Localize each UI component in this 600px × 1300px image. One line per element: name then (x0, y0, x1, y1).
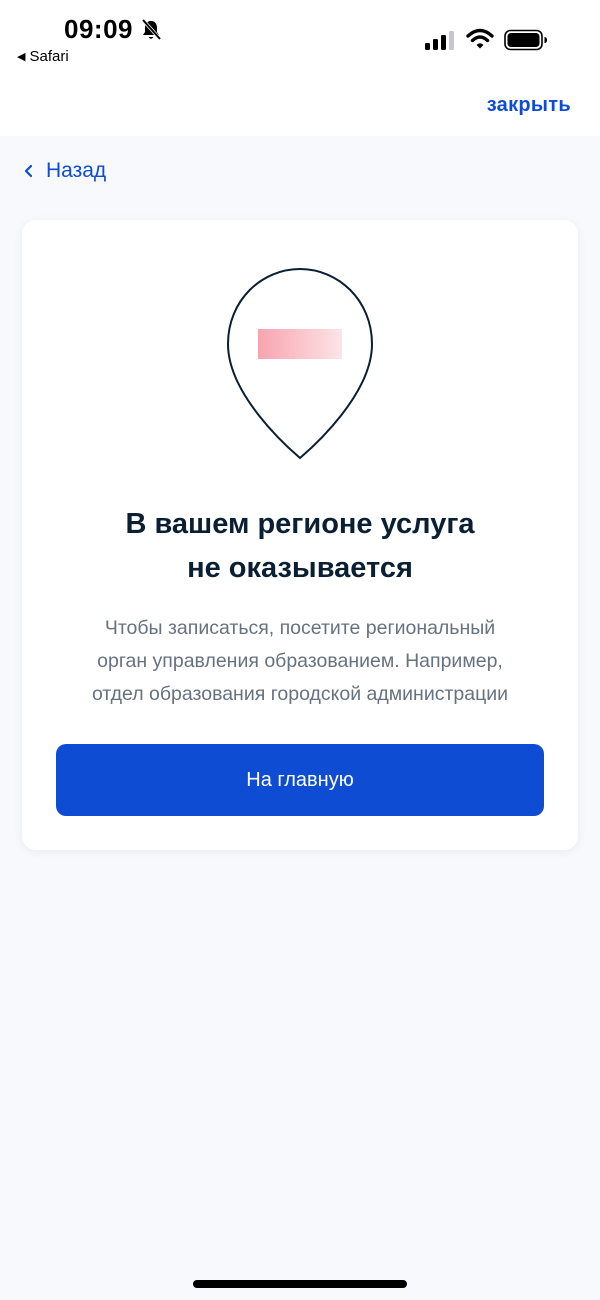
top-bar: закрыть (0, 80, 600, 136)
bell-muted-icon (141, 18, 162, 41)
map-pin-icon (226, 267, 374, 460)
chevron-left-icon (24, 164, 33, 178)
home-button[interactable]: На главную (56, 744, 544, 816)
info-card: В вашем регионе услуга не оказывается Чт… (22, 220, 578, 850)
card-description: Чтобы записаться, посетите региональный … (42, 612, 558, 711)
title-line: В вашем регионе услуга (125, 508, 475, 540)
title-line: не оказывается (187, 552, 413, 584)
back-to-safari[interactable]: ◀ Safari (17, 48, 69, 65)
back-app-label: Safari (29, 48, 69, 65)
wifi-icon (466, 28, 494, 49)
battery-icon (504, 29, 547, 51)
description-line: Чтобы записаться, посетите региональный (104, 617, 496, 639)
card-title: В вашем регионе услуга не оказывается (22, 502, 578, 590)
back-link[interactable]: Назад (22, 156, 106, 186)
close-link[interactable]: закрыть (487, 94, 571, 117)
status-bar: 09:09 ◀ Safari (0, 0, 600, 80)
home-indicator[interactable] (193, 1280, 407, 1288)
signal-icon (425, 31, 454, 50)
status-time: 09:09 (64, 14, 133, 44)
description-line: орган управления образованием. Например, (97, 650, 503, 672)
description-line: отдел образования городской администраци… (91, 683, 509, 705)
back-label: Назад (46, 159, 107, 182)
back-triangle-icon: ◀ (17, 51, 26, 63)
